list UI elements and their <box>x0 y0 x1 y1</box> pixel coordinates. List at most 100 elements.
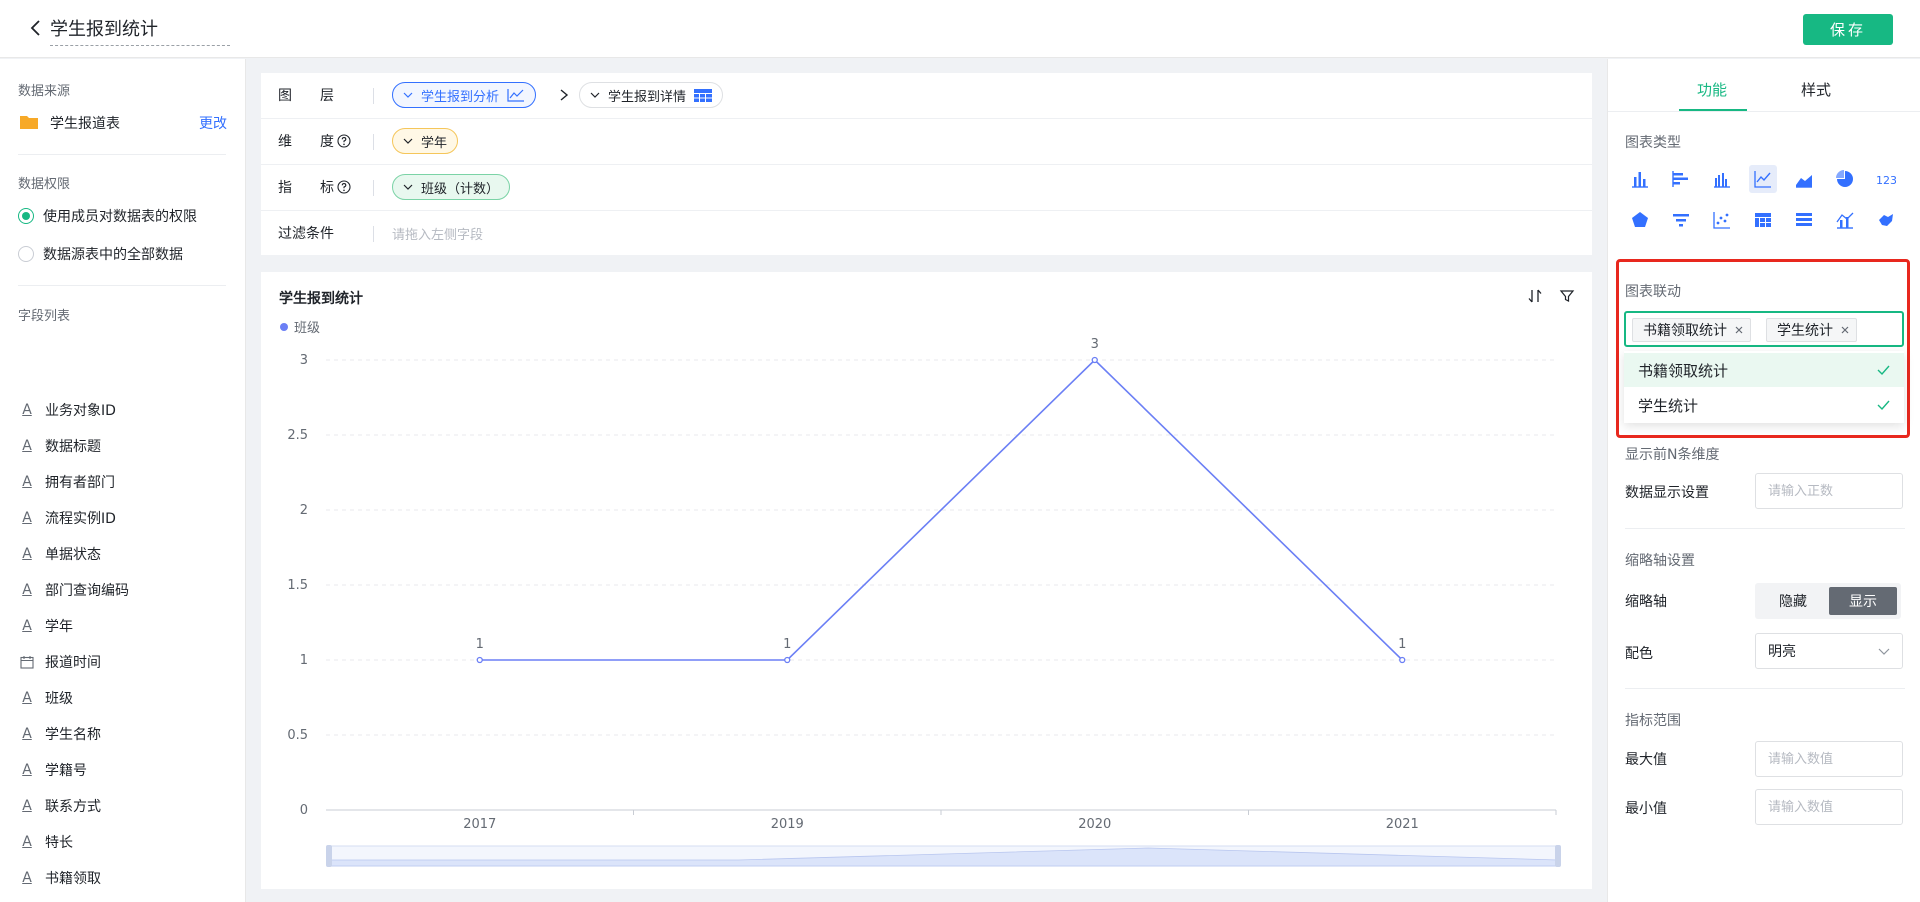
chart-type-line-chart[interactable] <box>1749 165 1777 193</box>
topn-title: 显示前N条维度 <box>1625 447 1720 463</box>
chart-type-bar-chart[interactable] <box>1667 165 1695 193</box>
radio-label: 数据源表中的全部数据 <box>43 247 183 263</box>
dimension-pill[interactable]: 学年 <box>392 128 459 154</box>
chart-type-radar-chart[interactable] <box>1626 206 1654 234</box>
data-display-input[interactable] <box>1755 473 1903 509</box>
chart-type-number-card[interactable]: 123 <box>1872 165 1900 193</box>
chart-type-pie-chart[interactable] <box>1831 165 1859 193</box>
data-display-label: 数据显示设置 <box>1625 485 1709 501</box>
save-button[interactable]: 保存 <box>1803 14 1893 45</box>
check-icon <box>1877 365 1890 376</box>
text-field-icon: A <box>22 510 32 526</box>
field-item[interactable]: A 书籍领取 <box>20 867 101 889</box>
help-icon[interactable] <box>337 134 351 148</box>
field-label: 报道时间 <box>45 655 101 671</box>
data-point[interactable] <box>1091 356 1098 364</box>
tab-function[interactable]: 功能 <box>1697 79 1727 100</box>
field-item[interactable]: A 班级 <box>20 687 73 709</box>
separator <box>373 180 374 196</box>
help-icon[interactable] <box>337 180 351 194</box>
y-tick-label: 2.5 <box>287 428 308 443</box>
scatter-chart-icon <box>1713 212 1730 229</box>
min-value-input[interactable] <box>1755 789 1903 825</box>
field-item[interactable]: A 学籍号 <box>20 759 87 781</box>
y-tick-label: 2 <box>300 503 308 518</box>
dimension-label: 维 度 <box>278 131 351 151</box>
data-point[interactable] <box>1399 656 1406 664</box>
radio-label: 使用成员对数据表的权限 <box>43 209 197 225</box>
divider <box>1625 528 1905 529</box>
linkage-option[interactable]: 学生统计 <box>1624 388 1904 422</box>
chart-type-funnel-chart[interactable] <box>1667 206 1695 234</box>
text-field-icon: A <box>22 798 32 814</box>
field-item[interactable]: A 单据状态 <box>20 543 101 565</box>
field-item[interactable]: A 联系方式 <box>20 795 101 817</box>
filter-drop-zone[interactable]: 请拖入左侧字段 <box>392 224 483 243</box>
close-icon[interactable] <box>1734 325 1744 335</box>
folder-icon <box>20 116 38 129</box>
page-title[interactable]: 学生报到统计 <box>50 15 230 46</box>
field-item[interactable]: A 学生名称 <box>20 723 101 745</box>
metric-pill[interactable]: 班级（计数） <box>392 174 511 200</box>
metric-range-title: 指标范围 <box>1625 713 1681 729</box>
field-item[interactable]: A 业务对象ID <box>20 399 116 421</box>
number-card-label: 123 <box>1876 174 1896 187</box>
layer-pill-label: 学生报到分析 <box>421 89 500 105</box>
thumb-axis-hide[interactable]: 隐藏 <box>1759 587 1827 615</box>
field-label: 书籍领取 <box>45 871 101 887</box>
data-point[interactable] <box>784 656 791 664</box>
field-item[interactable]: A 数据标题 <box>20 435 101 457</box>
radio-checked[interactable] <box>18 208 34 224</box>
field-item[interactable]: A 学年 <box>20 615 73 637</box>
max-value-input[interactable] <box>1755 741 1903 777</box>
funnel-chart-icon <box>1673 214 1689 227</box>
chart-type-grouped-column[interactable] <box>1708 165 1736 193</box>
chart-type-combo-chart[interactable] <box>1831 206 1859 234</box>
text-field-icon: A <box>22 762 32 778</box>
chart-type-scatter-chart[interactable] <box>1708 206 1736 234</box>
datasource-change-link[interactable]: 更改 <box>199 113 227 133</box>
field-item[interactable]: A 特长 <box>20 831 73 853</box>
layer-pill-analysis[interactable]: 学生报到分析 <box>392 82 537 108</box>
y-tick-label: 0 <box>300 803 308 818</box>
data-label: 1 <box>476 637 484 652</box>
chart-type-area-chart[interactable] <box>1790 165 1818 193</box>
pivot-table-icon <box>1755 213 1771 227</box>
field-label: 班级 <box>45 691 73 707</box>
max-value-label: 最大值 <box>1625 752 1667 768</box>
y-tick-label: 3 <box>300 353 308 368</box>
thumbnail-handle-right[interactable] <box>1555 845 1561 867</box>
back-arrow-icon[interactable] <box>24 16 48 40</box>
chart-type-pivot-table[interactable] <box>1749 206 1777 234</box>
tab-divider <box>1608 111 1920 112</box>
field-label: 联系方式 <box>45 799 101 815</box>
radio-unchecked[interactable] <box>18 246 34 262</box>
field-item[interactable]: A 拥有者部门 <box>20 471 115 493</box>
thumb-axis-show[interactable]: 显示 <box>1829 587 1897 615</box>
permission-option-all[interactable]: 数据源表中的全部数据 <box>18 244 183 264</box>
layer-pill-detail[interactable]: 学生报到详情 <box>579 82 724 108</box>
field-label: 学年 <box>45 619 73 635</box>
chart-type-column-chart[interactable] <box>1626 165 1654 193</box>
close-icon[interactable] <box>1840 325 1850 335</box>
data-point[interactable] <box>476 656 483 664</box>
chart-type-detail-table[interactable] <box>1790 206 1818 234</box>
color-scheme-label: 配色 <box>1625 646 1653 662</box>
chart-type-map-chart[interactable] <box>1872 206 1900 234</box>
linkage-option[interactable]: 书籍领取统计 <box>1624 353 1904 387</box>
tab-style[interactable]: 样式 <box>1801 79 1831 100</box>
line-chart-icon <box>507 89 525 102</box>
linkage-tag-label: 学生统计 <box>1777 323 1833 339</box>
grouped-column-icon <box>1714 173 1730 188</box>
data-label: 1 <box>783 637 791 652</box>
field-label: 特长 <box>45 835 73 851</box>
linkage-select[interactable]: 书籍领取统计 学生统计 <box>1624 311 1904 347</box>
field-item[interactable]: A 部门查询编码 <box>20 579 129 601</box>
permission-option-member[interactable]: 使用成员对数据表的权限 <box>18 206 197 226</box>
field-item[interactable]: A 流程实例ID <box>20 507 116 529</box>
field-item[interactable]: 报道时间 <box>20 651 101 673</box>
metric-pill-label: 班级（计数） <box>421 181 500 197</box>
text-field-icon: A <box>22 690 32 706</box>
color-scheme-select[interactable]: 明亮 <box>1755 633 1903 669</box>
thumbnail-handle-left[interactable] <box>326 845 332 867</box>
